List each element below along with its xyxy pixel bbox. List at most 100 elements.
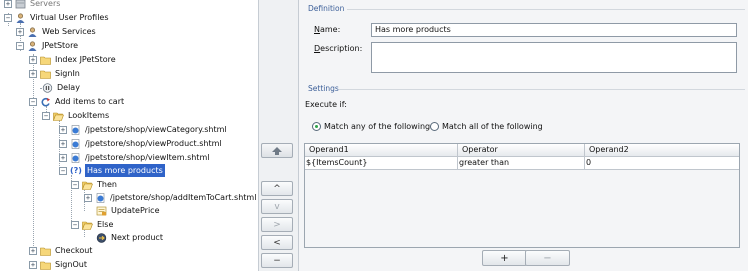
chevron-left-icon: < — [273, 237, 281, 248]
folder-icon — [40, 56, 51, 65]
match-all-label: Match all of the following — [442, 122, 543, 131]
tree-label-selected: Has more products — [84, 164, 165, 177]
collapse-icon[interactable]: − — [16, 41, 24, 50]
page-icon — [71, 138, 80, 149]
tree-label: Delay — [57, 83, 80, 92]
open-folder-icon — [53, 112, 64, 121]
tree-node-else[interactable]: − Else — [71, 218, 113, 231]
action-strip: ^ v > < − — [258, 0, 298, 271]
name-label: Name: — [314, 25, 341, 34]
user-profile-icon — [28, 26, 37, 37]
tree-node-then[interactable]: − Then — [71, 178, 117, 191]
expand-icon[interactable]: + — [59, 139, 67, 148]
name-field[interactable]: Has more products — [371, 23, 737, 37]
folder-icon — [40, 247, 51, 256]
tree-label: /jpetstore/shop/viewProduct.shtml — [85, 139, 222, 148]
remove-node-button[interactable]: − — [261, 253, 293, 268]
folder-icon — [40, 261, 51, 270]
collapse-down-button[interactable]: v — [261, 199, 293, 214]
definition-group-title: Definition — [308, 4, 345, 13]
match-any-label: Match any of the following — [324, 122, 431, 131]
tree-node-view-product[interactable]: + /jpetstore/shop/viewProduct.shtml — [59, 137, 222, 150]
expand-icon[interactable]: + — [59, 125, 67, 134]
execute-if-label: Execute if: — [305, 100, 347, 109]
expand-icon[interactable]: + — [29, 69, 37, 78]
user-profile-icon — [16, 12, 25, 23]
description-field[interactable] — [371, 42, 737, 73]
tree-node-signout[interactable]: + SignOut — [29, 258, 87, 271]
chevron-right-icon: > — [273, 219, 281, 230]
tree-node-virtual-user-profiles[interactable]: − Virtual User Profiles — [4, 11, 109, 24]
tree-node-update-price[interactable]: UpdatePrice — [96, 204, 160, 217]
description-label: Description: — [314, 44, 363, 53]
radio-unselected-icon — [430, 122, 439, 131]
match-any-radio[interactable]: Match any of the following — [312, 122, 430, 131]
scenario-tree[interactable]: + Servers − Virtual User Profiles + Web … — [0, 0, 258, 271]
tree-node-next-product[interactable]: Next product — [96, 231, 163, 244]
expand-icon[interactable]: + — [4, 0, 12, 8]
tree-node-add-items-to-cart[interactable]: − Add items to cart — [29, 95, 124, 108]
collapse-icon[interactable]: − — [71, 220, 79, 229]
tree-label: Index JPetStore — [55, 55, 116, 64]
expand-icon[interactable]: + — [29, 260, 37, 269]
tree-label: /jpetstore/shop/addItemToCart.shtml — [110, 193, 257, 202]
conditions-table[interactable]: Operand1 Operator Operand2 ${ItemsCount}… — [304, 143, 740, 248]
collapse-icon[interactable]: − — [29, 97, 37, 106]
move-right-button[interactable]: > — [261, 217, 293, 232]
tree-node-has-more-products[interactable]: − (?) Has more products — [59, 164, 165, 177]
collapse-icon[interactable]: − — [59, 166, 67, 175]
tree-node-add-item-to-cart[interactable]: + /jpetstore/shop/addItemToCart.shtml — [84, 191, 256, 204]
move-up-button[interactable] — [261, 143, 293, 158]
loop-icon — [41, 97, 50, 106]
expand-icon[interactable]: + — [29, 246, 37, 255]
tree-node-signin[interactable]: + SignIn — [29, 67, 80, 80]
match-all-radio[interactable]: Match all of the following — [430, 122, 543, 131]
table-cell[interactable]: greater than — [458, 157, 585, 170]
move-up-icon — [272, 146, 282, 155]
tree-node-view-category[interactable]: + /jpetstore/shop/viewCategory.shtml — [59, 123, 227, 136]
page-icon — [96, 192, 105, 203]
tree-label: Add items to cart — [55, 97, 125, 106]
table-cell[interactable]: 0 — [585, 157, 739, 170]
remove-condition-button[interactable]: − — [525, 250, 570, 266]
radio-selected-icon — [312, 122, 321, 131]
tree-node-lookitems[interactable]: − LookItems — [42, 109, 109, 122]
tree-node-jpetstore[interactable]: − JPetStore — [16, 39, 78, 52]
tree-label: Then — [97, 180, 117, 189]
minus-icon: − — [543, 252, 552, 264]
collapse-up-button[interactable]: ^ — [261, 181, 293, 196]
group-divider — [339, 89, 745, 90]
folder-icon — [40, 70, 51, 79]
add-condition-button[interactable]: + — [482, 250, 527, 266]
expand-icon[interactable]: + — [29, 55, 37, 64]
expand-icon[interactable]: + — [16, 27, 24, 36]
expand-icon[interactable]: + — [59, 153, 67, 162]
chevron-up-icon: ^ — [273, 183, 281, 194]
tree-label: JPetStore — [42, 41, 79, 50]
table-cell[interactable]: ${ItemsCount} — [305, 157, 458, 170]
collapse-icon[interactable]: − — [42, 111, 50, 120]
open-folder-icon — [82, 221, 93, 230]
properties-panel: Definition Name: Has more products Descr… — [298, 0, 748, 271]
tree-node-web-services[interactable]: + Web Services — [16, 25, 96, 38]
column-header-operand1[interactable]: Operand1 — [305, 144, 458, 157]
tree-label: Servers — [30, 0, 61, 8]
tree-node-view-item[interactable]: + /jpetstore/shop/viewItem.shtml — [59, 151, 209, 164]
move-left-button[interactable]: < — [261, 235, 293, 250]
minus-icon: − — [273, 255, 281, 266]
pause-icon — [42, 82, 53, 93]
tree-node-index-jpetstore[interactable]: + Index JPetStore — [29, 53, 116, 66]
collapse-icon[interactable]: − — [4, 13, 12, 22]
expand-icon[interactable]: + — [84, 193, 92, 202]
tree-label: Virtual User Profiles — [30, 13, 109, 22]
tree-label: SignOut — [55, 260, 87, 269]
open-folder-icon — [82, 181, 93, 190]
column-header-operator[interactable]: Operator — [458, 144, 585, 157]
tree-node-servers[interactable]: + Servers — [4, 0, 60, 10]
plus-icon: + — [500, 252, 509, 264]
tree-label: /jpetstore/shop/viewCategory.shtml — [85, 125, 227, 134]
tree-node-checkout[interactable]: + Checkout — [29, 244, 92, 257]
column-header-operand2[interactable]: Operand2 — [585, 144, 739, 157]
tree-node-delay[interactable]: Delay — [42, 81, 80, 94]
collapse-icon[interactable]: − — [71, 180, 79, 189]
